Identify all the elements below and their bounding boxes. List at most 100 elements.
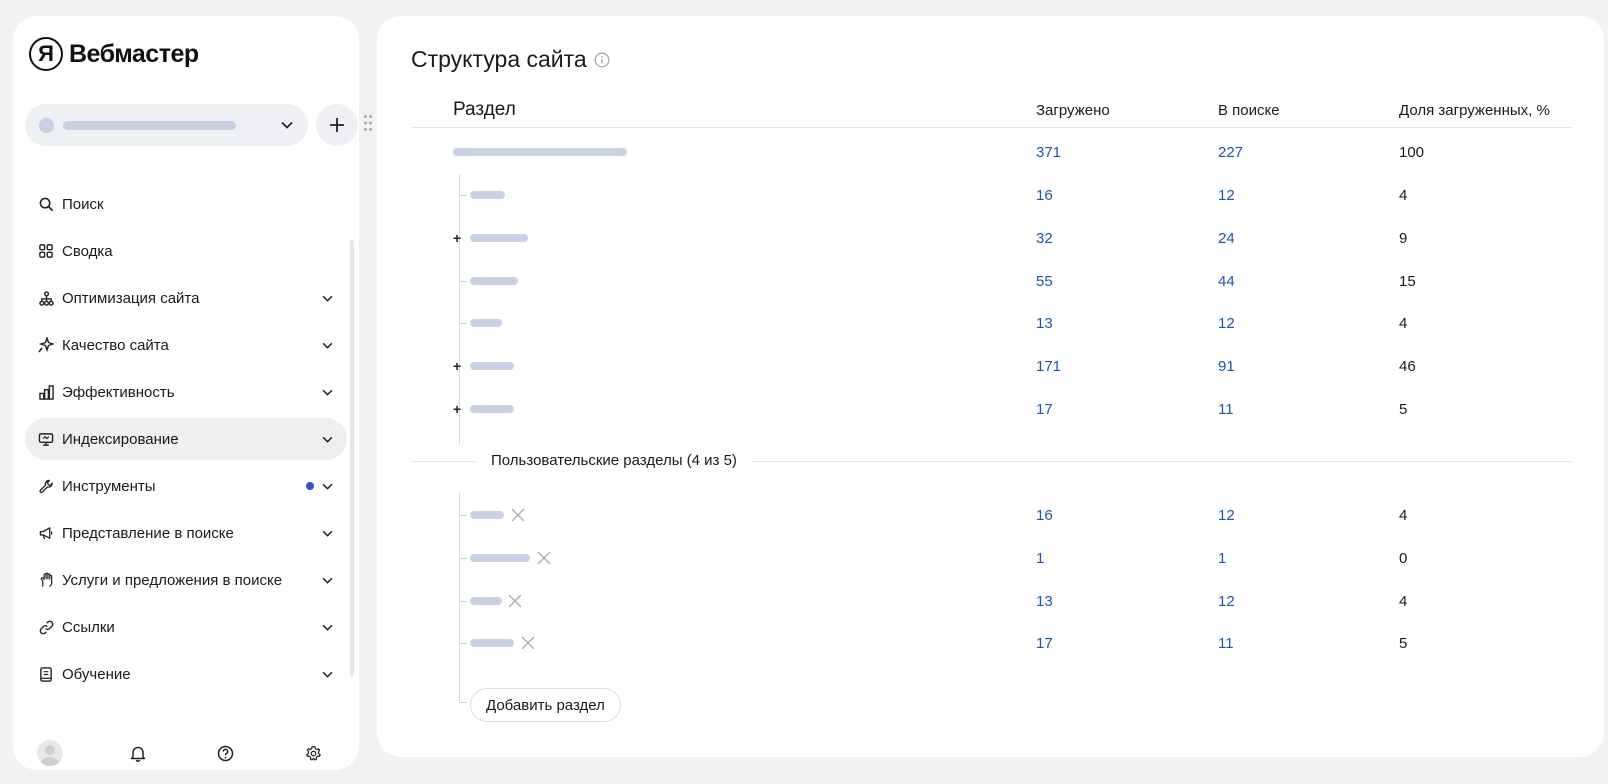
in-search-count[interactable]: 227 <box>1218 144 1243 161</box>
chevron-down-icon <box>320 432 334 446</box>
nav-item-learning[interactable]: Обучение <box>25 653 347 695</box>
nav-item-indexing[interactable]: Индексирование <box>25 418 347 460</box>
section-name-placeholder <box>453 148 627 156</box>
section-name-placeholder <box>470 362 514 370</box>
table-row[interactable]: 13 12 4 <box>411 312 1571 334</box>
loaded-count[interactable]: 13 <box>1036 315 1053 332</box>
table-row[interactable]: + 17 11 5 <box>411 398 1571 420</box>
hand-icon <box>38 572 54 588</box>
loaded-count[interactable]: 13 <box>1036 593 1053 610</box>
in-search-count[interactable]: 44 <box>1218 273 1235 290</box>
sparkle-icon <box>38 337 54 353</box>
expand-button[interactable]: + <box>453 228 461 248</box>
close-icon[interactable] <box>507 593 523 609</box>
column-header-in-search: В поиске <box>1218 102 1280 119</box>
nav-item-summary[interactable]: Сводка <box>25 230 347 272</box>
sidebar-scrollbar[interactable] <box>350 240 354 676</box>
share-percent: 4 <box>1399 187 1408 204</box>
nav-item-search[interactable]: Поиск <box>25 183 347 225</box>
custom-section-row[interactable]: 17 11 5 <box>411 632 1571 654</box>
plus-icon <box>330 118 344 132</box>
table-row[interactable]: + 32 24 9 <box>411 227 1571 249</box>
help-icon[interactable] <box>215 743 235 763</box>
grid-icon <box>38 243 54 259</box>
in-search-count[interactable]: 91 <box>1218 358 1235 375</box>
share-percent: 100 <box>1399 144 1425 161</box>
custom-section-row[interactable]: 16 12 4 <box>411 504 1571 526</box>
loaded-count[interactable]: 55 <box>1036 273 1053 290</box>
book-icon <box>38 666 54 682</box>
table-row[interactable]: + 171 91 46 <box>411 355 1571 377</box>
expand-button[interactable]: + <box>453 399 461 419</box>
nav-label: Услуги и предложения в поиске <box>62 571 283 589</box>
avatar[interactable] <box>37 740 63 766</box>
add-site-button[interactable] <box>316 104 358 146</box>
gear-icon[interactable] <box>303 743 323 763</box>
nav-label: Представление в поиске <box>62 524 234 542</box>
nav-item-search-appearance[interactable]: Представление в поиске <box>25 512 347 554</box>
yandex-logo-mark: Я <box>29 37 63 71</box>
share-percent: 5 <box>1399 401 1408 418</box>
section-name-placeholder <box>470 639 514 647</box>
in-search-count[interactable]: 24 <box>1218 230 1235 247</box>
share-percent: 4 <box>1399 593 1408 610</box>
share-percent: 46 <box>1399 358 1416 375</box>
loaded-count[interactable]: 16 <box>1036 507 1053 524</box>
table-row[interactable]: 16 12 4 <box>411 184 1571 206</box>
share-percent: 5 <box>1399 635 1408 652</box>
nav-label: Качество сайта <box>62 336 169 354</box>
share-percent: 0 <box>1399 550 1408 567</box>
add-section-button[interactable]: Добавить раздел <box>470 688 621 722</box>
chevron-down-icon <box>320 620 334 634</box>
table-header: Раздел Загружено В поиске Доля загруженн… <box>411 98 1571 128</box>
nav-item-services-offers[interactable]: Услуги и предложения в поиске <box>25 559 347 601</box>
custom-section-row[interactable]: 13 12 4 <box>411 590 1571 612</box>
site-selector[interactable] <box>25 104 308 146</box>
nav-item-tools[interactable]: Инструменты <box>25 465 347 507</box>
in-search-count[interactable]: 12 <box>1218 187 1235 204</box>
loaded-count[interactable]: 16 <box>1036 187 1053 204</box>
close-icon[interactable] <box>510 507 526 523</box>
megaphone-icon <box>38 525 54 541</box>
custom-section-row[interactable]: 1 1 0 <box>411 547 1571 569</box>
column-header-share: Доля загруженных, % <box>1399 102 1550 119</box>
bell-icon[interactable] <box>128 743 148 763</box>
page-header: Структура сайта <box>411 46 611 73</box>
in-search-count[interactable]: 12 <box>1218 507 1235 524</box>
nav-item-efficiency[interactable]: Эффективность <box>25 371 347 413</box>
loaded-count[interactable]: 371 <box>1036 144 1061 161</box>
in-search-count[interactable]: 1 <box>1218 550 1226 567</box>
section-name-placeholder <box>470 511 504 519</box>
nav-label: Ссылки <box>62 618 115 636</box>
chevron-down-icon <box>320 291 334 305</box>
site-favicon-placeholder <box>39 117 54 133</box>
nav-label: Обучение <box>62 665 131 683</box>
nav-item-links[interactable]: Ссылки <box>25 606 347 648</box>
close-icon[interactable] <box>520 635 536 651</box>
expand-button[interactable]: + <box>453 356 461 376</box>
share-percent: 4 <box>1399 315 1408 332</box>
section-name-placeholder <box>470 405 514 413</box>
loaded-count[interactable]: 1 <box>1036 550 1044 567</box>
in-search-count[interactable]: 12 <box>1218 593 1235 610</box>
chevron-down-icon <box>320 338 334 352</box>
logo[interactable]: Я Вебмастер <box>29 37 199 71</box>
nav-item-site-quality[interactable]: Качество сайта <box>25 324 347 366</box>
table-row[interactable]: 55 44 15 <box>411 270 1571 292</box>
loaded-count[interactable]: 32 <box>1036 230 1053 247</box>
nav-label: Эффективность <box>62 383 175 401</box>
in-search-count[interactable]: 12 <box>1218 315 1235 332</box>
loaded-count[interactable]: 171 <box>1036 358 1061 375</box>
in-search-count[interactable]: 11 <box>1218 635 1234 652</box>
section-name-placeholder <box>470 191 505 199</box>
nav-item-site-optimization[interactable]: Оптимизация сайта <box>25 277 347 319</box>
sidebar-resize-handle[interactable] <box>363 114 373 134</box>
info-icon[interactable] <box>594 51 611 68</box>
in-search-count[interactable]: 11 <box>1218 401 1234 418</box>
link-icon <box>38 619 54 635</box>
chevron-down-icon <box>320 479 334 493</box>
loaded-count[interactable]: 17 <box>1036 635 1053 652</box>
close-icon[interactable] <box>536 550 552 566</box>
loaded-count[interactable]: 17 <box>1036 401 1053 418</box>
table-row[interactable]: 371 227 100 <box>411 141 1571 163</box>
